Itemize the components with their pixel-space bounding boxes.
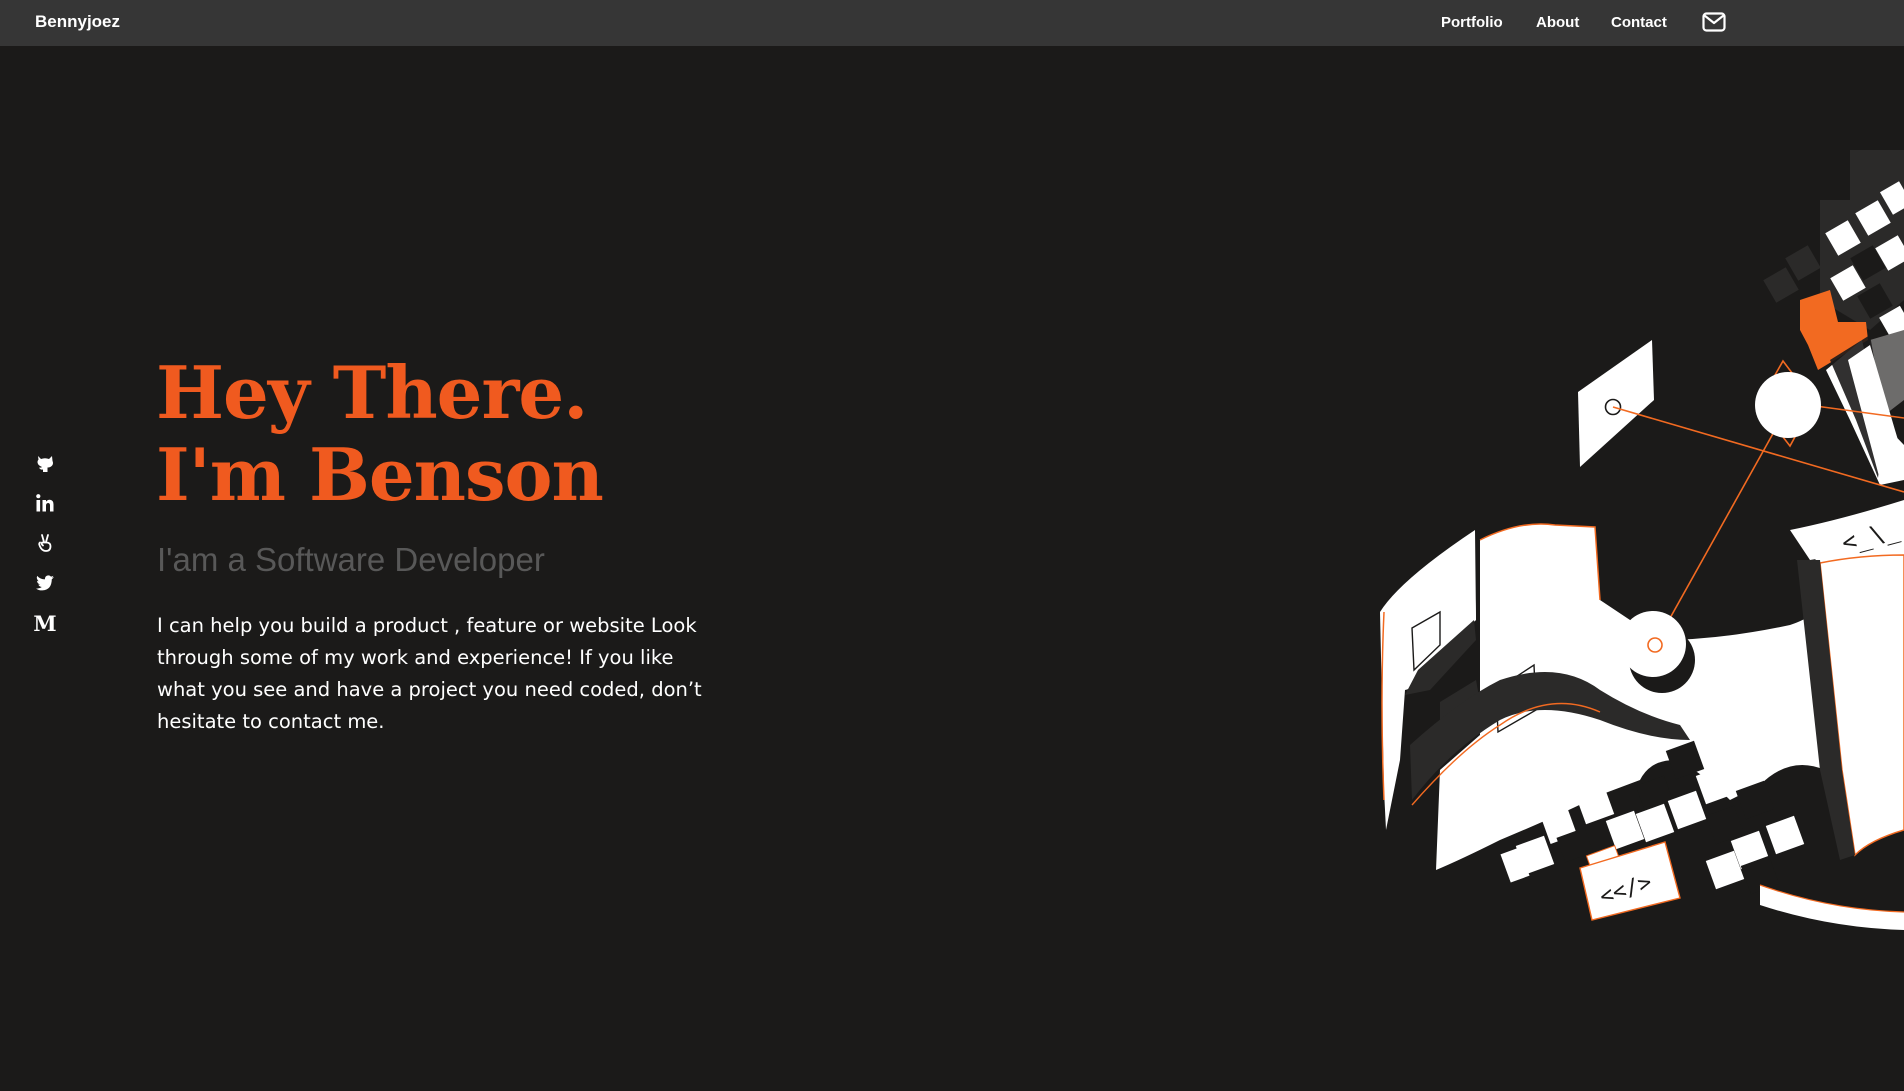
hero-heading-line-2: I'm Benson — [156, 432, 604, 517]
top-navbar: Bennyjoez Portfolio About Contact — [0, 0, 1904, 46]
envelope-icon[interactable] — [1702, 12, 1726, 32]
hero-heading-line-1: Hey There. — [156, 350, 588, 435]
hero-description: I can help you build a product , feature… — [157, 614, 702, 733]
twitter-icon[interactable] — [34, 572, 56, 594]
github-icon[interactable] — [34, 452, 56, 474]
nav-portfolio-link[interactable]: Portfolio — [1441, 14, 1503, 31]
linkedin-icon[interactable] — [34, 492, 56, 514]
hero-subtitle: I'am a Software Developer — [157, 541, 545, 578]
nav-about-link[interactable]: About — [1536, 14, 1579, 31]
brand-logo-link[interactable]: Bennyjoez — [35, 12, 120, 32]
hero-illustration: <_\_ <</> — [1380, 150, 1904, 930]
nav-contact-link[interactable]: Contact — [1611, 14, 1667, 31]
medium-icon[interactable]: M — [33, 611, 56, 636]
angellist-icon[interactable] — [34, 532, 56, 554]
hero-heading: Hey There. I'm Benson — [156, 350, 604, 517]
